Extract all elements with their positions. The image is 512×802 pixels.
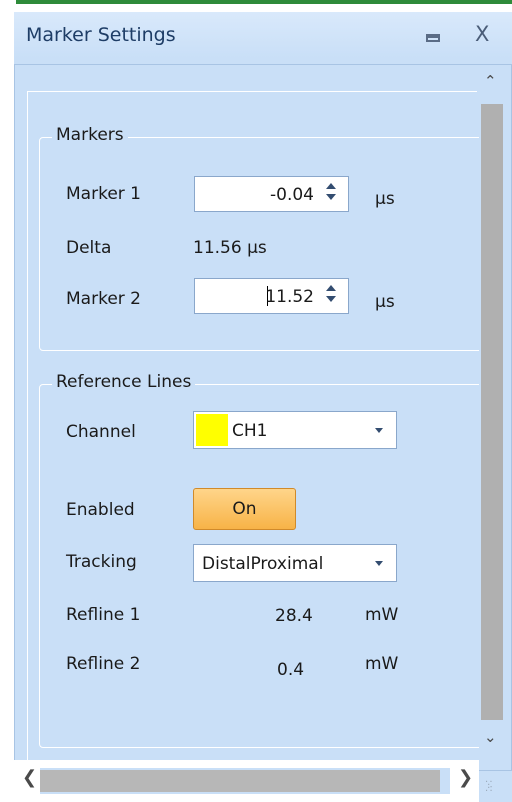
delta-label: Delta [66, 238, 112, 258]
refline2-label: Refline 2 [66, 654, 141, 674]
chevron-down-icon[interactable] [366, 549, 392, 577]
marker1-value: -0.04 [270, 185, 314, 205]
reference-lines-group-title: Reference Lines [52, 372, 196, 392]
scroll-up-icon[interactable]: ⌃ [484, 72, 497, 90]
marker2-spinbox[interactable]: 11.52 [194, 278, 349, 314]
horizontal-scrollbar[interactable]: ❮ ❯ [14, 760, 479, 802]
refline2-value: 0.4 [277, 660, 305, 680]
chevron-down-icon[interactable] [366, 416, 392, 444]
channel-label: Channel [66, 422, 136, 442]
window-title: Marker Settings [26, 24, 176, 46]
delta-value: 11.56 µs [193, 238, 267, 258]
tracking-value: DistalProximal [202, 554, 324, 574]
enabled-label: Enabled [66, 500, 135, 520]
refline1-unit: mW [365, 605, 399, 625]
marker1-unit: µs [375, 189, 395, 209]
enabled-toggle-button[interactable]: On [193, 488, 296, 530]
marker1-spinbox[interactable]: -0.04 [194, 176, 349, 212]
tracking-label: Tracking [66, 552, 137, 572]
tracking-dropdown[interactable]: DistalProximal [193, 544, 397, 582]
marker2-spin-arrows-icon[interactable] [322, 283, 340, 309]
vertical-scrollbar[interactable]: ⌃ ⌄ [479, 70, 505, 760]
top-edge-strip [16, 0, 512, 12]
refline1-label: Refline 1 [66, 605, 141, 625]
horizontal-scroll-track[interactable] [40, 768, 450, 794]
marker1-spin-arrows-icon[interactable] [322, 181, 340, 207]
marker2-unit: µs [375, 292, 395, 312]
markers-group-title: Markers [52, 125, 128, 145]
vertical-scroll-thumb[interactable] [481, 104, 503, 720]
title-bar: Marker Settings X [14, 12, 512, 58]
channel-value: CH1 [232, 421, 268, 441]
scroll-right-icon[interactable]: ❯ [458, 767, 473, 788]
horizontal-scroll-thumb[interactable] [40, 770, 440, 792]
marker2-label: Marker 2 [66, 289, 141, 309]
minimize-icon[interactable] [426, 22, 440, 42]
close-button[interactable]: X [475, 22, 489, 46]
channel-dropdown[interactable]: CH1 [193, 411, 397, 449]
channel-color-swatch [196, 414, 228, 446]
scroll-down-icon[interactable]: ⌄ [484, 728, 497, 746]
marker2-value: 11.52 [265, 287, 314, 307]
refline1-value: 28.4 [275, 606, 313, 626]
scroll-left-icon[interactable]: ❮ [22, 767, 37, 788]
marker1-label: Marker 1 [66, 184, 141, 204]
resize-grip-icon[interactable]: ·.· .·: [485, 778, 493, 794]
refline2-unit: mW [365, 654, 399, 674]
